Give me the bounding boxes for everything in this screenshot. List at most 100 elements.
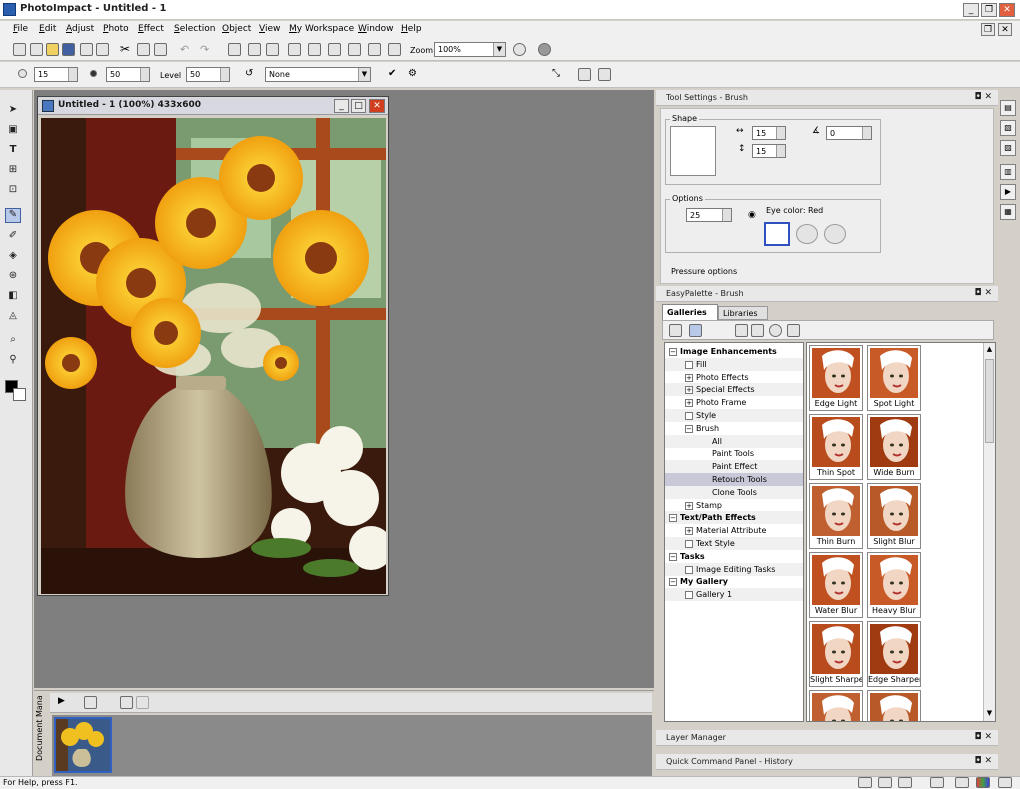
restore-button[interactable]: ❐ xyxy=(981,3,997,17)
menu-view[interactable]: View xyxy=(259,24,280,34)
document-thumbnail[interactable] xyxy=(54,717,112,773)
zoom-tool-icon[interactable]: ⤡ xyxy=(552,68,565,81)
menu-window[interactable]: Window xyxy=(358,24,394,34)
tree-item[interactable]: Clone Tools xyxy=(665,485,803,499)
organize-icon[interactable] xyxy=(120,696,133,709)
undo-icon[interactable]: ↶ xyxy=(180,43,193,56)
resize-icon[interactable] xyxy=(266,43,279,56)
tab-libraries[interactable]: Libraries xyxy=(718,306,768,320)
mode-icon[interactable]: ↺ xyxy=(245,68,258,81)
frame-icon[interactable] xyxy=(348,43,361,56)
view-icon[interactable] xyxy=(84,696,97,709)
preview-icon[interactable] xyxy=(96,43,109,56)
layer-manager-header[interactable]: Layer Manager ◘ ✕ xyxy=(656,730,998,746)
gallery-thumb[interactable]: Thin Burn xyxy=(809,483,863,549)
fill-tool-icon[interactable]: ◈ xyxy=(5,250,21,265)
menu-my-workspace[interactable]: My Workspace xyxy=(289,24,354,34)
pet-eye-green-button[interactable] xyxy=(824,224,846,244)
image-icon[interactable] xyxy=(248,43,261,56)
pick-tool-icon[interactable]: ▣ xyxy=(5,124,21,139)
tree-item[interactable]: + Stamp xyxy=(665,499,803,512)
tree-item[interactable]: Style xyxy=(665,409,803,422)
expand-icon[interactable]: + xyxy=(685,527,693,536)
panel-icon[interactable]: ⚙ xyxy=(408,68,421,81)
tree-item[interactable]: − Tasks xyxy=(665,550,803,563)
scroll-down-icon[interactable]: ▼ xyxy=(985,709,994,718)
gallery-icon[interactable] xyxy=(669,324,682,337)
menu-adjust[interactable]: Adjust xyxy=(66,24,94,34)
redo-icon[interactable]: ↷ xyxy=(200,43,213,56)
red-eye-button[interactable] xyxy=(764,222,790,246)
help-icon[interactable] xyxy=(538,43,551,56)
options-value-field[interactable]: 25 xyxy=(686,208,732,222)
gallery-thumb[interactable]: Water Blur xyxy=(809,552,863,618)
gallery-thumb[interactable]: Slight Blur xyxy=(867,483,921,549)
tree-item[interactable]: Image Editing Tasks xyxy=(665,562,803,576)
gallery-scrollbar[interactable]: ▲ ▼ xyxy=(983,343,995,721)
search-icon[interactable] xyxy=(769,324,782,337)
size-field[interactable]: 15 xyxy=(34,67,78,82)
zoom-tool-icon[interactable]: ⌕ xyxy=(5,334,21,349)
new-icon[interactable] xyxy=(13,43,26,56)
leaf-icon[interactable] xyxy=(685,591,693,600)
pet-eye-yellow-button[interactable] xyxy=(796,224,818,244)
mode-select[interactable]: None ▼ xyxy=(265,67,371,82)
gallery-thumb[interactable]: Thin Spot xyxy=(809,414,863,480)
capture-icon[interactable] xyxy=(228,43,241,56)
menu-photo[interactable]: Photo xyxy=(103,24,129,34)
document-titlebar[interactable]: Untitled - 1 (100%) 433x600 _ □ ✕ xyxy=(38,97,388,115)
tree-item[interactable]: − Image Enhancements xyxy=(665,345,803,358)
shape-round-icon[interactable] xyxy=(18,69,27,78)
retouch-tool-icon[interactable]: ✎ xyxy=(5,208,21,223)
shape-dot-icon[interactable] xyxy=(90,70,97,77)
panel-copy-icon[interactable]: ▧ xyxy=(1000,120,1016,136)
gallery-thumb[interactable]: Edge Light xyxy=(809,345,863,411)
expand-icon[interactable]: + xyxy=(685,399,693,408)
collapse-icon[interactable]: − xyxy=(685,424,693,433)
expand-icon[interactable]: + xyxy=(685,386,693,395)
transparency-field[interactable]: 50 xyxy=(106,67,150,82)
tree-item[interactable]: Retouch Tools xyxy=(665,473,803,486)
brush-width-field[interactable]: 15 xyxy=(752,126,786,140)
gallery-thumb[interactable]: Spot Light xyxy=(867,345,921,411)
tab-galleries[interactable]: Galleries xyxy=(662,304,718,320)
scroll-thumb[interactable] xyxy=(985,359,994,443)
menu-file[interactable]: File xyxy=(13,24,28,34)
effect-icon[interactable] xyxy=(328,43,341,56)
save-icon[interactable] xyxy=(62,43,75,56)
web-icon[interactable] xyxy=(308,43,321,56)
menu-selection[interactable]: Selection xyxy=(174,24,215,34)
panel-layer-icon[interactable]: ▥ xyxy=(1000,164,1016,180)
tree-item[interactable]: − Text/Path Effects xyxy=(665,511,803,525)
gallery-thumb[interactable]: Slight Sharpen xyxy=(809,621,863,687)
crop-tool-icon[interactable]: ⊡ xyxy=(5,184,21,199)
tree-item[interactable]: + Material Attribute xyxy=(665,524,803,537)
image-canvas[interactable] xyxy=(41,118,386,594)
scroll-up-icon[interactable]: ▲ xyxy=(985,345,994,354)
path-tool-icon[interactable]: ◬ xyxy=(5,310,21,325)
menu-object[interactable]: Object xyxy=(222,24,251,34)
tree-item[interactable]: Paint Effect xyxy=(665,460,803,474)
gallery-thumb[interactable] xyxy=(809,690,863,721)
level-field[interactable]: 50 xyxy=(186,67,230,82)
easypalette-header[interactable]: EasyPalette - Brush ◘ ✕ xyxy=(656,286,998,302)
tool-settings-header[interactable]: Tool Settings - Brush ◘ ✕ xyxy=(656,90,998,106)
collapse-icon[interactable]: − xyxy=(669,348,677,356)
leaf-icon[interactable] xyxy=(685,565,693,574)
leaf-icon[interactable] xyxy=(685,360,693,369)
paste-icon[interactable] xyxy=(154,43,167,56)
eyedropper-tool-icon[interactable]: ⚲ xyxy=(5,354,21,369)
tree-item[interactable]: − Brush xyxy=(665,422,803,435)
tree-item[interactable]: + Special Effects xyxy=(665,383,803,397)
camera-icon[interactable] xyxy=(578,68,591,81)
brush-height-field[interactable]: 15 xyxy=(752,144,786,158)
panel-print-icon[interactable]: ▨ xyxy=(1000,140,1016,156)
paint-tool-icon[interactable]: ✐ xyxy=(5,230,21,245)
panel-tool-icon[interactable]: ▤ xyxy=(1000,100,1016,116)
gallery-thumb[interactable]: Heavy Blur xyxy=(867,552,921,618)
gallery-thumb[interactable]: Edge Sharpen xyxy=(867,621,921,687)
collapse-icon[interactable]: − xyxy=(669,514,677,523)
brush-preview[interactable] xyxy=(670,126,716,176)
export-icon[interactable] xyxy=(288,43,301,56)
eraser-tool-icon[interactable]: ◧ xyxy=(5,290,21,305)
